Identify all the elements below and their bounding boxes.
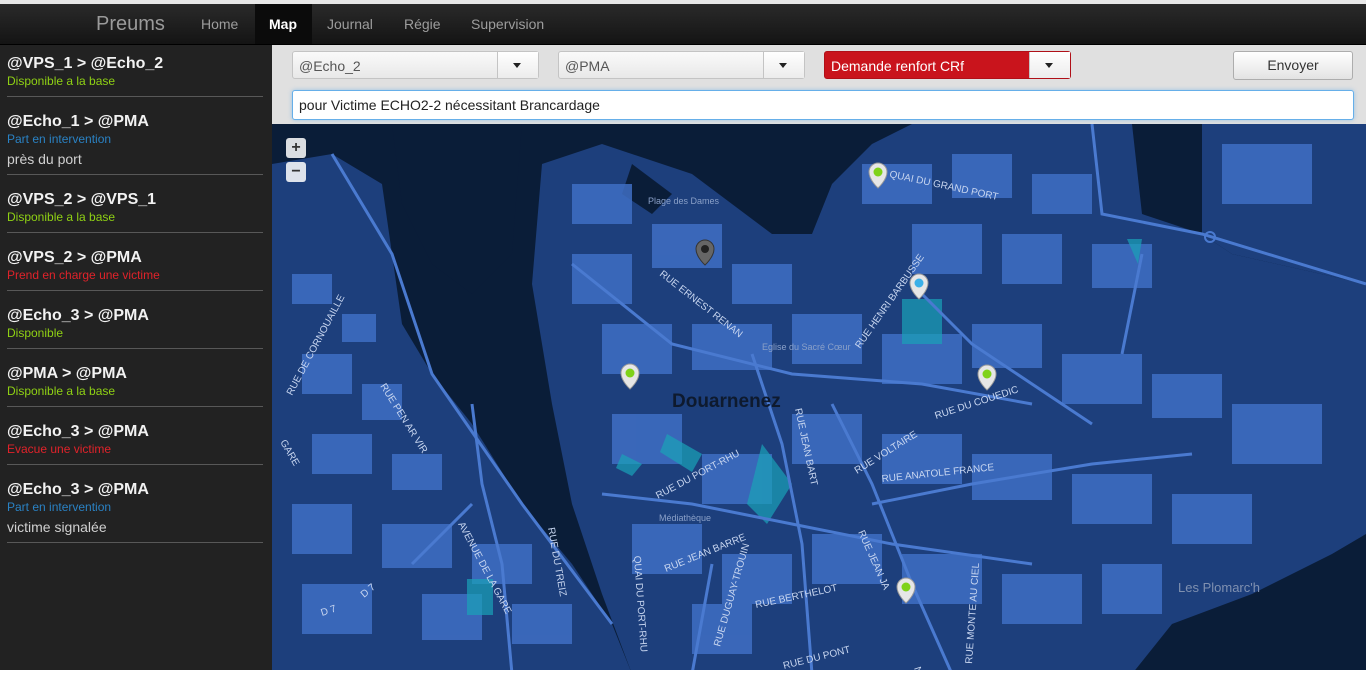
caret-down-icon (1045, 63, 1053, 68)
nav-regie[interactable]: Régie (390, 4, 455, 44)
zoom-in-button[interactable]: + (286, 138, 306, 158)
message-title: @Echo_3 > @PMA (7, 423, 149, 440)
message-item[interactable]: @Echo_3 > @PMA Part en intervention vict… (7, 480, 263, 543)
to-select-value: @PMA (565, 58, 610, 74)
action-select[interactable]: Demande renfort CRf (824, 51, 1071, 79)
message-status: Prend en charge une victime (7, 268, 160, 282)
label-plage: Plage des Dames (648, 196, 720, 206)
to-select-toggle[interactable] (763, 52, 804, 78)
message-item[interactable]: @Echo_3 > @PMA Evacue une victime (7, 422, 263, 465)
message-sidebar: @VPS_1 > @Echo_2 Disponible a la base @E… (0, 45, 272, 674)
message-title: @Echo_3 > @PMA (7, 481, 149, 498)
message-title: @Echo_1 > @PMA (7, 113, 149, 130)
nav-supervision[interactable]: Supervision (457, 4, 558, 44)
map-water-bay (392, 124, 522, 294)
to-select[interactable]: @PMA (558, 51, 805, 79)
bottom-border (0, 670, 1366, 674)
message-item[interactable]: @VPS_2 > @VPS_1 Disponible a la base (7, 190, 263, 233)
message-status: Disponible a la base (7, 210, 116, 224)
from-select[interactable]: @Echo_2 (292, 51, 539, 79)
from-select-toggle[interactable] (497, 52, 538, 78)
message-note: victime signalée (7, 519, 107, 535)
message-item[interactable]: @PMA > @PMA Disponible a la base (7, 364, 263, 407)
label-mediatheque: Médiathèque (659, 513, 711, 523)
message-title: @VPS_2 > @VPS_1 (7, 191, 157, 208)
label-town: Douarnenez (672, 391, 781, 412)
map-view[interactable]: Douarnenez Plage des Dames QUAI DU GRAND… (272, 124, 1366, 674)
message-item[interactable]: @VPS_2 > @PMA Prend en charge une victim… (7, 248, 263, 291)
action-select-value: Demande renfort CRf (831, 58, 965, 74)
message-title: @PMA > @PMA (7, 365, 127, 382)
message-status: Disponible (7, 326, 64, 340)
message-status: Part en intervention (7, 500, 112, 514)
nav-home[interactable]: Home (187, 4, 252, 44)
action-select-toggle[interactable] (1029, 52, 1070, 78)
message-status: Disponible a la base (7, 74, 116, 88)
message-title: @Echo_3 > @PMA (7, 307, 149, 324)
message-item[interactable]: @Echo_3 > @PMA Disponible (7, 306, 263, 349)
message-title: @VPS_2 > @PMA (7, 249, 142, 266)
nav-journal[interactable]: Journal (313, 4, 387, 44)
message-toolbar: @Echo_2 @PMA Demande renfort CRf Envoyer… (272, 45, 1366, 124)
message-status: Evacue une victime (7, 442, 112, 456)
caret-down-icon (779, 63, 787, 68)
message-status: Disponible a la base (7, 384, 116, 398)
zoom-out-button[interactable]: − (286, 162, 306, 182)
top-navbar: Preums Home Map Journal Régie Supervisio… (0, 4, 1366, 45)
nav-map[interactable]: Map (255, 4, 312, 44)
message-input[interactable]: pour Victime ECHO2-2 nécessitant Brancar… (292, 90, 1354, 120)
message-note: près du port (7, 151, 82, 167)
message-status: Part en intervention (7, 132, 112, 146)
send-button[interactable]: Envoyer (1233, 51, 1353, 80)
label-eglise: Eglise du Sacré Cœur (762, 342, 851, 352)
message-item[interactable]: @VPS_1 > @Echo_2 Disponible a la base (7, 54, 263, 97)
caret-down-icon (513, 63, 521, 68)
message-item[interactable]: @Echo_1 > @PMA Part en intervention près… (7, 112, 263, 175)
from-select-value: @Echo_2 (299, 58, 361, 74)
map-canvas: Douarnenez Plage des Dames QUAI DU GRAND… (272, 124, 1366, 674)
label-plomarch: Les Plomarc'h (1178, 580, 1260, 595)
message-title: @VPS_1 > @Echo_2 (7, 55, 164, 72)
brand-logo[interactable]: Preums (96, 13, 165, 36)
